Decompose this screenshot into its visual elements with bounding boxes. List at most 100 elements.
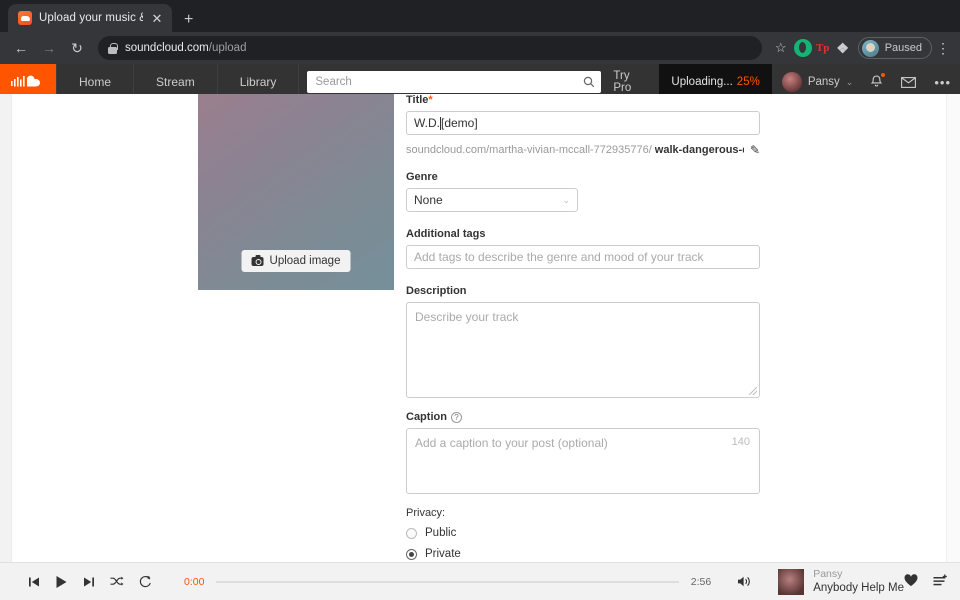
caption-field-group: Caption? Add a caption to your post (opt… <box>406 411 760 494</box>
soundcloud-favicon-icon <box>18 11 32 25</box>
add-to-playlist-button[interactable] <box>933 574 948 590</box>
upload-image-button[interactable]: Upload image <box>241 250 351 272</box>
browser-window: Upload your music & audio and ✕ + ← → ↻ … <box>0 0 960 600</box>
caption-placeholder: Add a caption to your post (optional) <box>415 436 608 450</box>
avatar <box>781 72 802 92</box>
genre-field-group: Genre None ⌄ <box>406 171 760 212</box>
puzzle-extensions-icon[interactable]: ❖ <box>834 39 852 57</box>
title-input[interactable]: W.D. [demo] <box>406 111 760 135</box>
previous-button[interactable] <box>28 576 40 588</box>
volume-icon <box>738 576 750 587</box>
heart-icon <box>904 573 918 586</box>
track-metadata-form: Title* W.D. [demo] soundcloud.com/martha… <box>406 94 760 562</box>
title-value-before: W.D. <box>414 116 440 130</box>
current-time: 0:00 <box>184 575 205 588</box>
privacy-label: Privacy: <box>406 507 446 519</box>
volume-button[interactable] <box>737 575 752 588</box>
browser-toolbar: ← → ↻ soundcloud.com/upload ☆ Tp ❖ Pause… <box>0 32 960 64</box>
browser-menu-icon[interactable]: ⋮ <box>934 41 952 55</box>
privacy-option-private[interactable]: Private <box>406 548 760 560</box>
camera-icon <box>251 254 264 266</box>
radio-public[interactable] <box>406 527 417 539</box>
description-placeholder: Describe your track <box>415 310 519 324</box>
profile-status-label: Paused <box>884 42 922 54</box>
genre-label: Genre <box>406 171 438 183</box>
tags-label: Additional tags <box>406 228 486 240</box>
forward-icon[interactable]: → <box>36 35 62 61</box>
profile-chip[interactable]: Paused <box>857 37 932 59</box>
left-gutter <box>0 94 12 562</box>
player-right-actions <box>904 573 948 590</box>
search-input[interactable]: Search <box>307 71 602 93</box>
search-icon <box>584 76 595 88</box>
now-playing-artwork <box>778 568 805 595</box>
caption-character-counter: 140 <box>731 436 750 448</box>
envelope-icon <box>901 76 917 88</box>
genre-select[interactable]: None ⌄ <box>406 188 578 212</box>
play-button[interactable] <box>55 575 68 589</box>
tags-field-group: Additional tags Add tags to describe the… <box>406 228 760 269</box>
permalink-row: soundcloud.com/martha-vivian-mccall-7729… <box>406 143 760 157</box>
upload-image-label: Upload image <box>269 255 341 267</box>
player-bar: 0:00 2:56 Pansy Anybody Help Me <box>0 562 960 600</box>
playlist-add-icon <box>933 574 947 585</box>
back-icon[interactable]: ← <box>8 35 34 61</box>
tab-title: Upload your music & audio and <box>39 12 143 24</box>
title-label: Title* <box>406 94 433 106</box>
edit-permalink-icon[interactable]: ✎ <box>750 143 760 157</box>
url-path: /upload <box>208 42 247 54</box>
new-tab-button[interactable]: + <box>184 12 193 28</box>
tags-placeholder: Add tags to describe the genre and mood … <box>414 250 704 264</box>
player-controls <box>28 575 152 589</box>
permalink-slug: walk-dangerous-de <box>654 144 744 156</box>
caption-label: Caption? <box>406 411 760 423</box>
url-domain: soundcloud.com <box>125 42 209 54</box>
upload-form-container: Upload image Title* W.D. [demo] soundclo… <box>12 94 960 562</box>
lock-icon <box>108 42 118 54</box>
page-scrollbar[interactable] <box>946 94 960 562</box>
radio-private[interactable] <box>406 548 417 560</box>
address-bar[interactable]: soundcloud.com/upload <box>98 36 762 60</box>
description-label: Description <box>406 285 467 297</box>
tab-strip: Upload your music & audio and ✕ + <box>0 0 960 32</box>
browser-tab[interactable]: Upload your music & audio and ✕ <box>8 4 172 32</box>
profile-avatar-icon <box>861 39 879 57</box>
permalink-base: soundcloud.com/martha-vivian-mccall-7729… <box>406 144 652 156</box>
caption-textarea[interactable]: Add a caption to your post (optional) 14… <box>406 428 760 494</box>
bookmark-star-icon[interactable]: ☆ <box>770 40 792 56</box>
grammarly-extension-icon[interactable] <box>793 39 812 57</box>
tags-input[interactable]: Add tags to describe the genre and mood … <box>406 245 760 269</box>
play-icon <box>56 575 67 588</box>
required-marker: * <box>428 94 433 106</box>
repeat-icon <box>139 575 151 588</box>
help-icon[interactable]: ? <box>450 412 462 423</box>
description-field-group: Description Describe your track <box>406 285 760 398</box>
shuffle-button[interactable] <box>110 576 124 588</box>
progress-bar[interactable] <box>216 580 679 583</box>
artwork-upload-area[interactable]: Upload image <box>198 94 394 290</box>
like-button[interactable] <box>904 573 918 590</box>
privacy-option-public[interactable]: Public <box>406 527 760 539</box>
description-textarea[interactable]: Describe your track <box>406 302 760 398</box>
resize-handle[interactable] <box>749 387 757 395</box>
radio-private-label: Private <box>425 548 461 560</box>
now-playing-title: Anybody Help Me <box>813 581 904 594</box>
title-value-after: [demo] <box>441 116 478 130</box>
chevron-down-icon: ⌄ <box>562 194 570 205</box>
tp-extension-icon[interactable]: Tp <box>814 39 832 57</box>
reload-icon[interactable]: ↻ <box>64 35 90 61</box>
next-button[interactable] <box>83 576 95 588</box>
repeat-button[interactable] <box>139 575 152 588</box>
chevron-down-icon: ⌄ <box>845 76 854 87</box>
notification-badge <box>880 72 887 78</box>
search-placeholder: Search <box>315 76 352 88</box>
duration: 2:56 <box>690 575 712 588</box>
close-tab-icon[interactable]: ✕ <box>150 12 164 25</box>
username-label: Pansy <box>807 76 840 88</box>
now-playing-meta: Pansy Anybody Help Me <box>813 567 904 597</box>
radio-public-label: Public <box>425 527 457 539</box>
